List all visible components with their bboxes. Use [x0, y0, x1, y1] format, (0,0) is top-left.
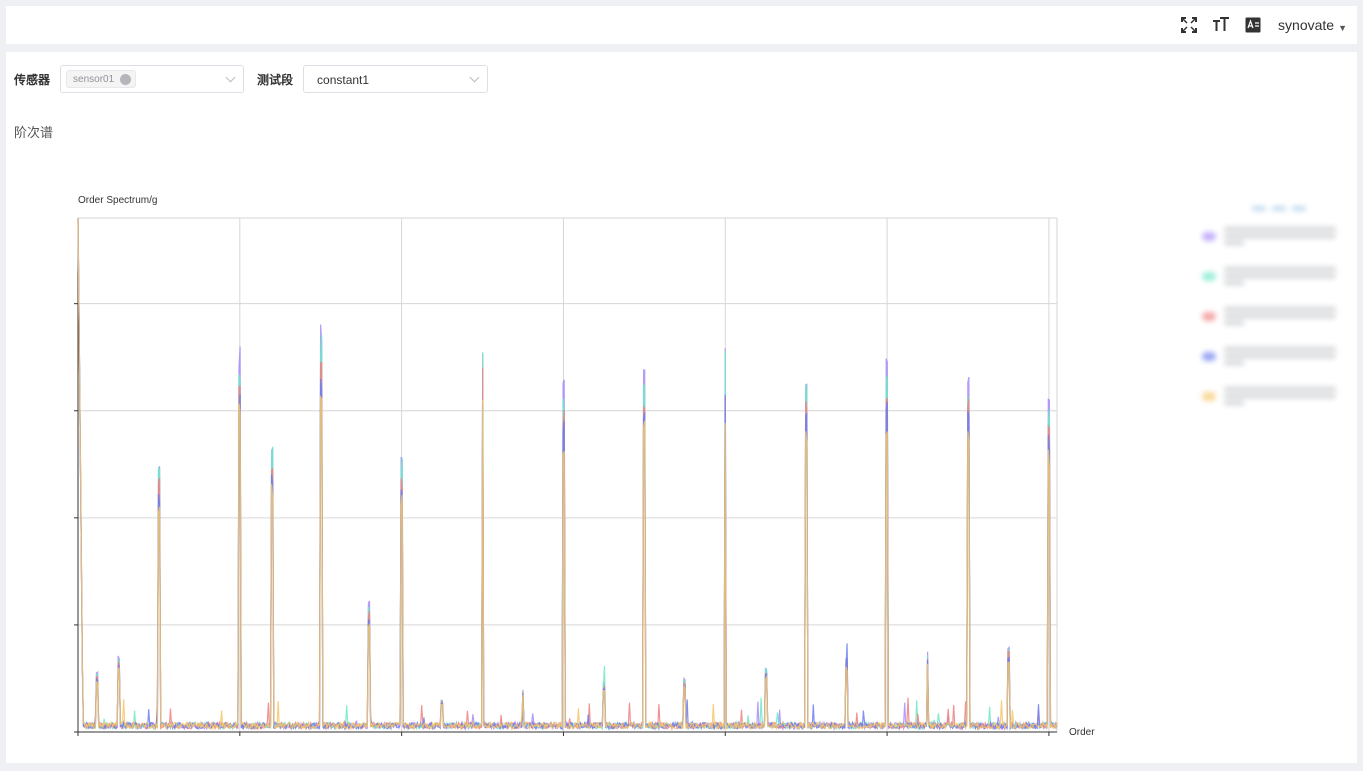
chart-legend[interactable]	[1202, 206, 1352, 424]
series-line	[77, 217, 1058, 732]
x-axis-label: Order	[1069, 727, 1095, 738]
legend-swatch	[1202, 392, 1216, 401]
chart-grid	[78, 217, 1058, 733]
user-name: synovate	[1278, 17, 1335, 33]
legend-header	[1252, 206, 1352, 214]
caret-down-icon: ▼	[1338, 23, 1347, 33]
legend-item[interactable]	[1202, 224, 1352, 264]
legend-label	[1224, 344, 1336, 368]
legend-item[interactable]	[1202, 264, 1352, 304]
series-line	[77, 217, 1058, 731]
legend-swatch	[1202, 232, 1216, 241]
user-menu[interactable]: synovate ▼	[1278, 17, 1347, 33]
order-spectrum-chart: Order Spectrum/g Order	[74, 195, 1095, 738]
y-axis-label: Order Spectrum/g	[78, 195, 157, 206]
series-line	[77, 217, 1058, 732]
legend-item[interactable]	[1202, 344, 1352, 384]
series-line	[77, 217, 1058, 731]
top-bar: synovate ▼	[6, 6, 1357, 44]
series-line	[77, 217, 1058, 732]
legend-item[interactable]	[1202, 384, 1352, 424]
font-size-icon[interactable]	[1212, 16, 1230, 34]
header-actions: synovate ▼	[1180, 6, 1347, 44]
legend-label	[1224, 384, 1336, 408]
legend-label	[1224, 304, 1336, 328]
text-format-icon[interactable]	[1244, 16, 1262, 34]
chart-marks	[77, 217, 1058, 732]
main-card: 传感器 sensor01 测试段 constant1 阶次谱 Order Spe…	[6, 52, 1357, 763]
legend-label	[1224, 264, 1336, 288]
fullscreen-icon[interactable]	[1180, 16, 1198, 34]
legend-item[interactable]	[1202, 304, 1352, 344]
legend-swatch	[1202, 352, 1216, 361]
legend-label	[1224, 224, 1336, 248]
legend-swatch	[1202, 312, 1216, 321]
legend-swatch	[1202, 272, 1216, 281]
